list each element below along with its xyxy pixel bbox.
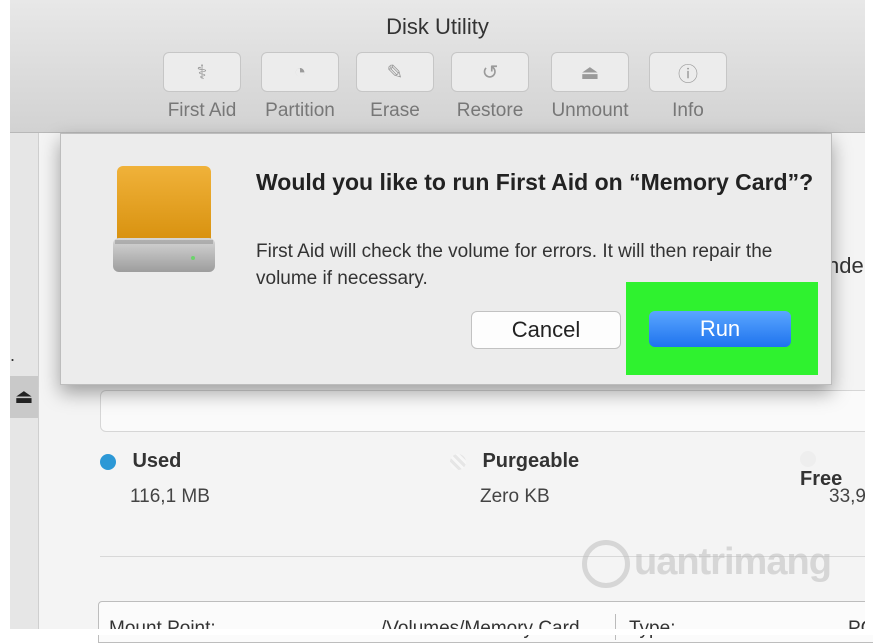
info-icon: ⓘ bbox=[649, 52, 727, 92]
erase-label: Erase bbox=[370, 100, 420, 121]
unmount-label: Unmount bbox=[551, 100, 629, 121]
restore-button[interactable]: ↺ Restore bbox=[450, 52, 530, 122]
free-color-dot bbox=[800, 450, 816, 467]
stethoscope-icon: ⚕ bbox=[163, 52, 241, 92]
purgeable-color-dot bbox=[450, 453, 466, 470]
sidebar-dot: . bbox=[10, 345, 16, 365]
usage-bar bbox=[100, 390, 873, 432]
info-table: Mount Point: /Volumes/Memory Card Type: … bbox=[98, 601, 873, 643]
first-aid-dialog: Would you like to run First Aid on “Memo… bbox=[60, 133, 832, 385]
watermark: uantrimang bbox=[582, 540, 832, 588]
cancel-button[interactable]: Cancel bbox=[471, 311, 621, 349]
pie-chart-icon: ◔ bbox=[261, 52, 339, 92]
external-drive-icon bbox=[113, 166, 215, 272]
partial-description-text: nde bbox=[827, 253, 864, 278]
watermark-text: uantrimang bbox=[634, 541, 832, 584]
legend-free: Free 33,9 bbox=[800, 450, 873, 507]
restore-label: Restore bbox=[456, 100, 524, 121]
erase-button[interactable]: ✎ Erase bbox=[355, 52, 435, 122]
first-aid-button[interactable]: ⚕ First Aid bbox=[162, 52, 242, 122]
sidebar-eject-icon[interactable]: ⏏ bbox=[10, 376, 38, 418]
purgeable-label: Purgeable bbox=[482, 450, 580, 472]
run-button[interactable]: Run bbox=[649, 311, 791, 347]
watermark-logo-icon bbox=[582, 540, 630, 588]
used-label: Used bbox=[132, 450, 182, 472]
free-value: 33,9 bbox=[829, 486, 866, 507]
column-separator bbox=[615, 614, 616, 640]
window-title: Disk Utility bbox=[386, 14, 489, 39]
legend-purgeable: Purgeable Zero KB bbox=[450, 450, 580, 507]
eraser-icon: ✎ bbox=[356, 52, 434, 92]
info-button[interactable]: ⓘ Info bbox=[648, 52, 728, 122]
frame-left bbox=[0, 0, 10, 635]
purgeable-value: Zero KB bbox=[480, 486, 550, 507]
restore-icon: ↺ bbox=[451, 52, 529, 92]
window-toolbar: Disk Utility ⚕ First Aid ◔ Partition ✎ E… bbox=[10, 0, 865, 133]
used-value: 116,1 MB bbox=[130, 486, 210, 507]
dialog-title: Would you like to run First Aid on “Memo… bbox=[256, 169, 814, 195]
first-aid-label: First Aid bbox=[167, 100, 237, 121]
legend-used: Used 116,1 MB bbox=[100, 450, 210, 507]
frame-right bbox=[865, 0, 873, 635]
info-label: Info bbox=[672, 100, 704, 121]
frame-bottom bbox=[0, 629, 873, 635]
partition-label: Partition bbox=[265, 100, 335, 121]
used-color-dot bbox=[100, 453, 116, 470]
partition-button[interactable]: ◔ Partition bbox=[260, 52, 340, 122]
unmount-button[interactable]: ⏏ Unmount bbox=[550, 52, 630, 122]
eject-icon: ⏏ bbox=[551, 52, 629, 92]
